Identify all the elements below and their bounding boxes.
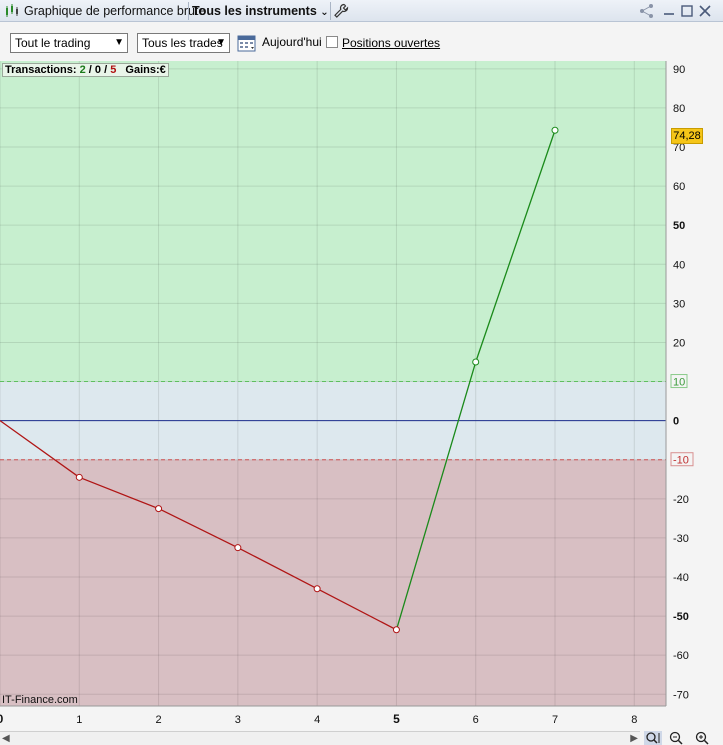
- y-tick-label: 40: [673, 259, 685, 271]
- tab-instruments-label: Tous les instruments: [192, 4, 317, 18]
- open-positions-label[interactable]: Positions ouvertes: [342, 36, 440, 50]
- y-tick-label: 50: [673, 220, 685, 232]
- zoom-fit-icon[interactable]: [644, 731, 662, 745]
- data-point: [551, 126, 559, 134]
- tab-instruments[interactable]: Tous les instruments ⌄: [192, 0, 329, 22]
- toolbar: Tout le trading ▼ Tous les trades ▼ Aujo…: [0, 22, 723, 61]
- x-tick-label: 8: [631, 714, 637, 726]
- watermark: IT-Finance.com: [2, 694, 78, 706]
- app-window: Graphique de performance brute Tous les …: [0, 0, 723, 745]
- loss-zone: [0, 459, 666, 706]
- data-point: [472, 358, 480, 366]
- trades-filter-select[interactable]: Tous les trades ▼: [137, 33, 230, 53]
- x-tick-label: 6: [473, 714, 479, 726]
- close-icon[interactable]: [697, 3, 713, 19]
- scroll-left-icon[interactable]: ◀: [2, 733, 10, 744]
- y-tick-label: 60: [673, 181, 685, 193]
- data-point: [234, 544, 242, 552]
- share-icon[interactable]: [639, 3, 655, 19]
- wrench-icon[interactable]: [333, 3, 349, 19]
- chevron-down-icon: ⌄: [320, 7, 329, 18]
- y-tick-label: -10: [673, 455, 689, 467]
- title-bar: Graphique de performance brute Tous les …: [0, 0, 723, 22]
- y-tick-label: -40: [673, 572, 689, 584]
- x-tick-label: 2: [156, 714, 162, 726]
- x-tick-label: 3: [235, 714, 241, 726]
- profit-zone: [0, 61, 666, 382]
- tab-divider: [188, 2, 189, 20]
- candlestick-icon: [6, 4, 18, 17]
- window-controls: [639, 0, 719, 22]
- x-tick-label: 0: [0, 712, 4, 726]
- zoom-in-icon[interactable]: [694, 731, 712, 745]
- trades-filter-value: Tous les trades: [142, 36, 223, 50]
- calendar-icon[interactable]: [237, 33, 257, 53]
- x-tick-label: 7: [552, 714, 558, 726]
- neutral-count: 0: [94, 64, 102, 76]
- data-point: [313, 585, 321, 593]
- data-point: [155, 505, 163, 513]
- last-value-badge: 74,28: [671, 128, 703, 144]
- y-tick-label: -70: [673, 689, 689, 701]
- y-tick-label: 80: [673, 103, 685, 115]
- trading-scope-select[interactable]: Tout le trading ▼: [10, 33, 128, 53]
- y-tick-label: 30: [673, 298, 685, 310]
- transactions-prefix: Transactions:: [5, 64, 77, 76]
- zoom-tools: [644, 731, 723, 745]
- scroll-right-icon[interactable]: ▶: [630, 733, 638, 744]
- y-tick-label: 10: [673, 377, 685, 389]
- y-tick-label: -30: [673, 533, 689, 545]
- chevron-down-icon: ▼: [114, 37, 124, 48]
- maximize-icon[interactable]: [679, 3, 695, 19]
- separator: /: [104, 64, 108, 76]
- currency: €: [159, 64, 166, 76]
- chevron-down-icon: ▼: [216, 37, 226, 48]
- side-panel: [706, 61, 723, 731]
- x-tick-label: 4: [314, 714, 320, 726]
- data-point: [75, 473, 83, 481]
- zoom-out-icon[interactable]: [668, 731, 686, 745]
- x-tick-label: 5: [393, 712, 400, 726]
- gains-label: Gains:: [125, 64, 160, 76]
- tab-divider: [330, 2, 331, 20]
- trading-scope-value: Tout le trading: [15, 36, 91, 50]
- transactions-summary: Transactions: 2 / 0 / 5 Gains:€: [2, 63, 169, 77]
- y-tick-label: 20: [673, 337, 685, 349]
- today-label[interactable]: Aujourd'hui: [262, 35, 322, 49]
- separator: /: [88, 64, 92, 76]
- tab-performance-chart[interactable]: Graphique de performance brute: [24, 0, 205, 22]
- open-positions-checkbox[interactable]: [326, 36, 338, 48]
- y-tick-label: -50: [673, 611, 689, 623]
- x-tick-label: 1: [76, 714, 82, 726]
- y-tick-label: -20: [673, 494, 689, 506]
- horizontal-scrollbar[interactable]: ◀ ▶: [0, 731, 640, 745]
- winning-count: 2: [79, 64, 86, 76]
- y-tick-label: -60: [673, 650, 689, 662]
- y-tick-label: 90: [673, 64, 685, 76]
- minimize-icon[interactable]: [661, 3, 677, 19]
- losing-count: 5: [110, 64, 117, 76]
- data-point: [392, 626, 400, 634]
- performance-chart[interactable]: 9080706050403020100-10-20-30-40-50-60-70…: [0, 61, 706, 731]
- y-tick-label: 0: [673, 416, 679, 428]
